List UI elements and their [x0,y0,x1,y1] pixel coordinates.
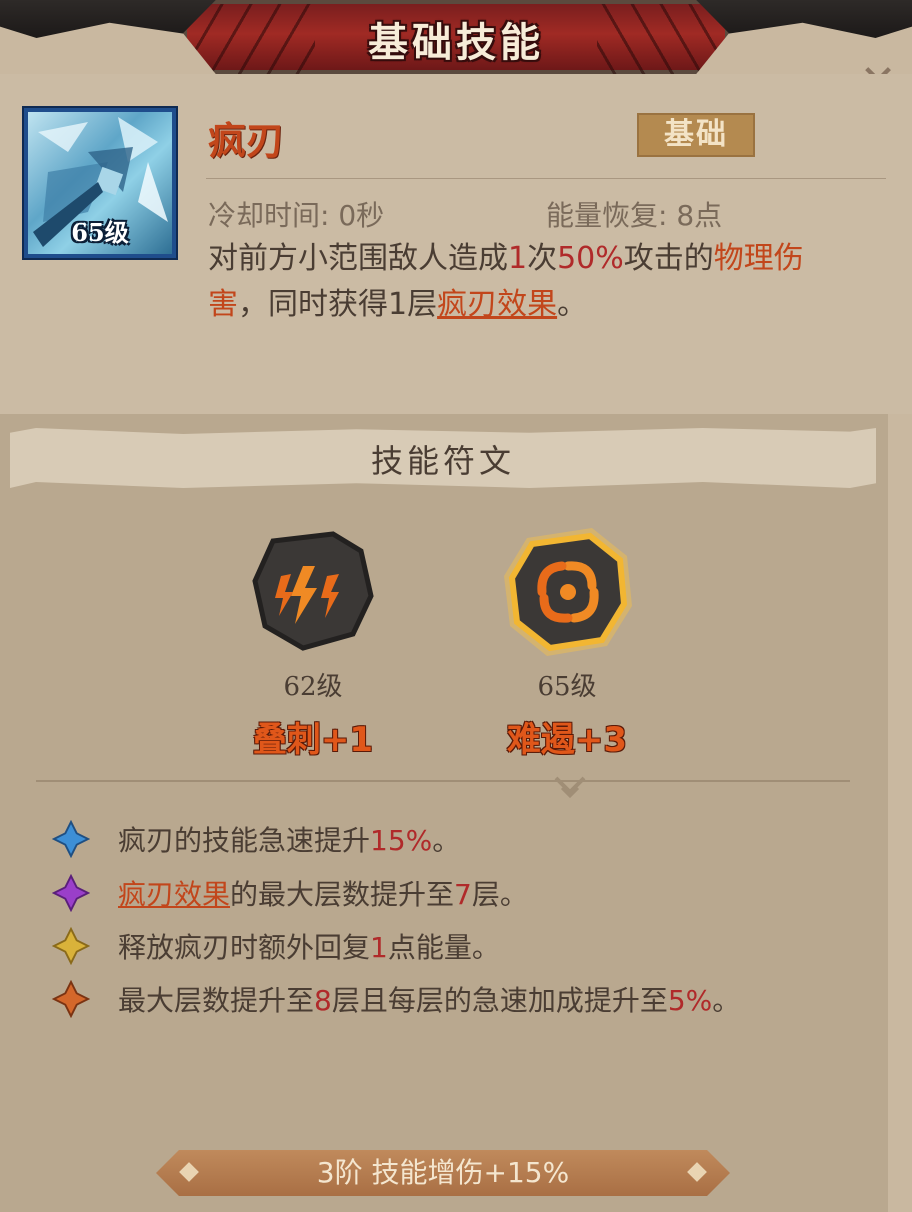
effect-link[interactable]: 疯刃效果 [437,287,557,322]
skill-icon[interactable]: 65级 [22,106,178,260]
swirl-icon [504,528,632,656]
yellow-diamond-icon [52,927,90,965]
skill-name: 疯刃 [208,119,285,163]
page-title: 基础技能 [368,20,544,66]
desc-text: 次 [527,241,558,276]
effect-text: 疯刃的技能急速提升 [118,824,371,857]
desc-text: 对前方小范围敌人造成 [208,241,508,276]
tier-bonus-text: 3阶 技能增伤+15% [316,1156,570,1189]
effect-text: 层。 [471,878,528,911]
energy-stat: 能量恢复: 8点 [546,199,723,232]
effect-value: 7 [454,878,472,911]
desc-text: 攻击的 [623,241,714,276]
effect-link[interactable]: 疯刃效果 [118,878,230,911]
effect-text: 点能量。 [387,931,500,964]
effect-text: 。 [712,984,741,1017]
effect-row: 释放疯刃时额外回复1点能量。 [52,921,500,971]
effect-text: 。 [432,824,461,857]
rune-item-selected[interactable]: 65级 难遏+3 [497,516,637,760]
effect-value: 15% [370,824,433,857]
skill-level: 65级 [71,218,129,247]
divider [206,178,886,179]
effect-text: 的最大层数提升至 [230,878,455,911]
rune-level: 62级 [283,672,343,702]
title-banner: 基础技能 [183,0,729,74]
effect-text: 最大层数提升至 [118,984,315,1017]
effect-row: 疯刃的技能急速提升15%。 [52,814,460,864]
purple-diamond-icon [52,874,90,912]
ornament-dot [179,1162,199,1182]
desc-text: 。 [557,287,588,322]
desc-text: ，同时获得1层 [238,287,438,322]
divider [36,780,850,782]
skill-type-badge: 基础 [637,113,755,157]
skill-description: 对前方小范围敌人造成1次50%攻击的物理伤害，同时获得1层疯刃效果。 [208,236,848,328]
rune-level: 65级 [537,672,597,702]
lightning-icon [252,531,374,651]
rune-section-title: 技能符文 [370,442,515,480]
effect-value: 5% [667,984,713,1017]
effect-value: 8 [314,984,332,1017]
blue-diamond-icon [52,820,90,858]
rune-name: 难遏+3 [506,720,628,760]
effect-text: 释放疯刃时额外回复 [118,931,371,964]
rune-item[interactable]: 62级 叠刺+1 [243,526,383,760]
cooldown-stat: 冷却时间: 0秒 [208,199,385,232]
effect-row: 疯刃效果的最大层数提升至7层。 [52,868,528,918]
tier-bonus-bar: 3阶 技能增伤+15% [156,1150,730,1196]
desc-hits: 1 [508,241,528,276]
rune-name: 叠刺+1 [252,720,374,760]
desc-percent: 50% [557,241,624,276]
rune-panel [0,414,888,1212]
chevron-down-icon [554,776,586,799]
effect-row: 最大层数提升至8层且每层的急速加成提升至5%。 [52,974,740,1024]
orange-diamond-icon [52,980,90,1018]
effect-value: 1 [370,931,388,964]
effect-text: 层且每层的急速加成提升至 [331,984,668,1017]
ornament-dot [687,1162,707,1182]
